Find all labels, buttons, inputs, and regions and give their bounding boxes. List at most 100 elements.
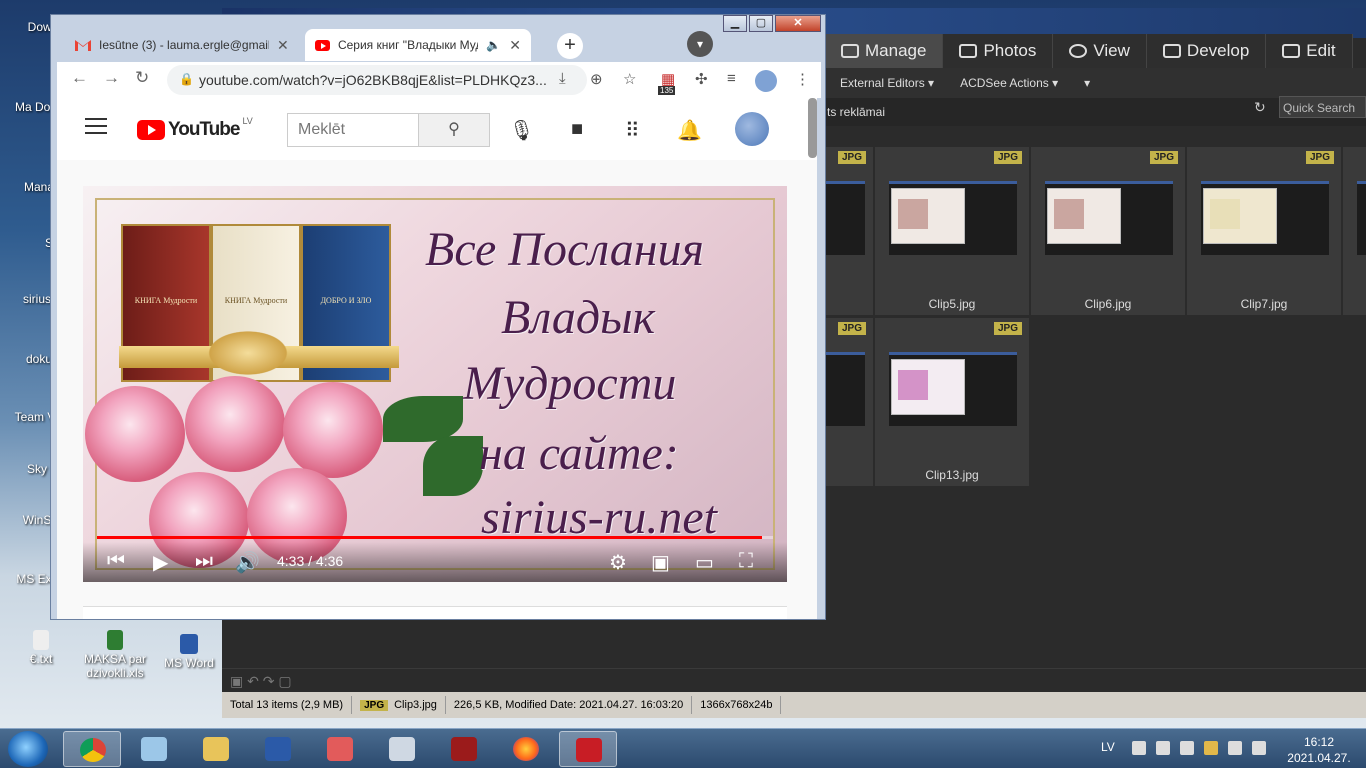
excel-file-icon — [107, 630, 123, 650]
status-dims: 1366x768x24b — [692, 696, 782, 714]
volume-icon[interactable]: 🔊 — [235, 550, 260, 575]
mode-manage[interactable]: Manage — [825, 34, 944, 68]
thumbnail-grid: JPG JPG Clip5.jpg JPG Clip6.jpg JPG Clip7.j… — [725, 147, 1366, 667]
brand-text: YouTube — [168, 119, 240, 140]
menu-more[interactable]: ▾ — [1084, 76, 1090, 90]
menu-external-editors[interactable]: External Editors ▾ — [840, 76, 934, 90]
page-scrollbar[interactable] — [808, 98, 817, 158]
desktop-icon-msword[interactable]: MS Word — [154, 634, 224, 670]
network-icon[interactable] — [1228, 741, 1242, 755]
tab-close-icon[interactable]: ✕ — [277, 37, 289, 54]
theater-mode-icon[interactable]: ▭ — [695, 550, 714, 575]
taskbar-notepad[interactable] — [125, 731, 183, 767]
youtube-logo[interactable]: YouTube LV — [137, 116, 253, 141]
jpg-badge: JPG — [360, 699, 389, 711]
menu-dots-icon[interactable]: ⋮ — [795, 70, 810, 88]
youtube-play-logo-icon — [137, 120, 165, 140]
microphone-icon[interactable]: 🎙 — [509, 118, 534, 143]
windows-taskbar: LV 16:12 2021.04.27. — [0, 728, 1366, 768]
mode-view[interactable]: View — [1053, 34, 1147, 68]
photos-icon — [959, 44, 978, 58]
progress-bar[interactable] — [97, 536, 773, 539]
mode-edit[interactable]: Edit — [1266, 34, 1353, 68]
thumbnail[interactable]: JPG Clip7.jpg — [1187, 147, 1341, 315]
tab-gmail[interactable]: Iesūtne (3) - lauma.ergle@gmail.c ✕ — [65, 29, 305, 61]
mode-develop[interactable]: Develop — [1147, 34, 1267, 68]
mode-photos[interactable]: Photos — [943, 34, 1054, 68]
mode-label: View — [1093, 41, 1130, 60]
apps-grid-icon[interactable]: ⠿ — [625, 118, 640, 143]
thumbnail-image — [889, 352, 1017, 426]
desktop-icon-label: MAKSA par dzivokli.xls — [83, 652, 147, 680]
mode-label: Develop — [1186, 41, 1250, 60]
next-icon[interactable]: ⏭ — [195, 550, 213, 573]
menu-acdsee-actions[interactable]: ACDSee Actions ▾ — [960, 76, 1058, 90]
thumbnail[interactable]: JPG Clip6.jpg — [1031, 147, 1185, 315]
miniplayer-icon[interactable]: ▣ — [651, 550, 670, 575]
chrome-icon — [80, 738, 106, 762]
audio-icon[interactable]: 🔈 — [486, 38, 501, 52]
system-clock[interactable]: 16:12 2021.04.27. — [1282, 734, 1356, 766]
tab-title: Серия книг "Владыки Мудр — [337, 38, 479, 52]
thumbnail[interactable]: JPG Clip5.jpg — [875, 147, 1029, 315]
fullscreen-icon[interactable]: ⛶ — [739, 550, 753, 573]
media-icon[interactable]: ≡ — [727, 70, 736, 87]
start-button[interactable] — [8, 731, 48, 767]
hamburger-icon[interactable] — [85, 118, 107, 139]
tab-close-icon[interactable]: ✕ — [509, 37, 521, 54]
quick-search-input[interactable]: Quick Search — [1279, 96, 1366, 118]
taskbar-word[interactable] — [249, 731, 307, 767]
taskbar-acdsee[interactable] — [559, 731, 617, 767]
gmail-icon — [75, 39, 91, 51]
tools-icon — [1282, 44, 1301, 58]
refresh-icon[interactable]: ↻ — [1254, 99, 1266, 116]
rose-image — [185, 376, 285, 472]
flag-icon[interactable] — [1156, 741, 1170, 755]
notifications-bell-icon[interactable]: 🔔 — [677, 118, 702, 143]
breadcrumb[interactable]: ts reklāmai — [827, 105, 885, 119]
desktop-icon-maksa-xls[interactable]: MAKSA par dzivokli.xls — [80, 630, 150, 680]
menu-label: ACDSee Actions — [960, 76, 1049, 90]
time-display: 4:33 / 4:36 — [277, 553, 344, 569]
taskbar-firefox[interactable] — [497, 731, 555, 767]
tab-youtube[interactable]: Серия книг "Владыки Мудр 🔈 ✕ — [305, 29, 531, 61]
youtube-icon — [315, 39, 330, 51]
taskbar-explorer[interactable] — [187, 731, 245, 767]
profile-avatar[interactable] — [755, 70, 777, 92]
install-icon[interactable]: ⤓ — [559, 70, 566, 87]
speaker-icon[interactable] — [1252, 741, 1266, 755]
address-bar[interactable]: 🔒 youtube.com/watch?v=jO62BKB8qjE&list=P… — [167, 65, 587, 95]
new-tab-button[interactable]: + — [557, 33, 583, 59]
taskbar-paint[interactable] — [311, 731, 369, 767]
rose-image — [85, 386, 185, 482]
settings-gear-icon[interactable]: ⚙ — [609, 550, 627, 575]
play-icon[interactable]: ▶ — [153, 550, 168, 575]
star-icon[interactable]: ☆ — [623, 70, 636, 88]
search-input[interactable]: Meklēt — [287, 113, 419, 147]
account-avatar[interactable] — [735, 112, 769, 146]
desktop-icon-euro-txt[interactable]: €.txt — [6, 630, 76, 666]
tray-icon[interactable] — [1132, 741, 1146, 755]
language-indicator[interactable]: LV — [1101, 740, 1115, 754]
thumbnail[interactable]: JPG Clip13.jpg — [875, 318, 1029, 486]
forward-icon[interactable]: → — [103, 68, 120, 88]
tab-search-icon[interactable]: ▾ — [687, 31, 713, 57]
previous-icon[interactable]: ⏮ — [107, 550, 125, 573]
reload-icon[interactable]: ↻ — [135, 68, 149, 88]
jpg-badge: JPG — [1149, 151, 1178, 164]
taskbar-calculator[interactable] — [373, 731, 431, 767]
thumbnail-image — [889, 181, 1017, 255]
shield-icon[interactable] — [1204, 741, 1218, 755]
thumbnail[interactable] — [1343, 147, 1366, 315]
zoom-icon[interactable]: ⊕ — [590, 70, 603, 88]
status-file: JPG Clip3.jpg — [352, 696, 446, 714]
puzzle-icon[interactable]: ✣ — [695, 70, 708, 88]
text-file-icon — [33, 630, 49, 650]
search-button[interactable]: ⚲ — [418, 113, 490, 147]
create-video-icon[interactable]: ■ — [571, 118, 583, 141]
video-player[interactable]: КНИГА Мудрости КНИГА Мудрости ДОБРО И ЗЛ… — [83, 186, 787, 582]
taskbar-chrome[interactable] — [63, 731, 121, 767]
back-icon[interactable]: ← — [71, 68, 88, 88]
device-icon[interactable] — [1180, 741, 1194, 755]
taskbar-app-red[interactable] — [435, 731, 493, 767]
